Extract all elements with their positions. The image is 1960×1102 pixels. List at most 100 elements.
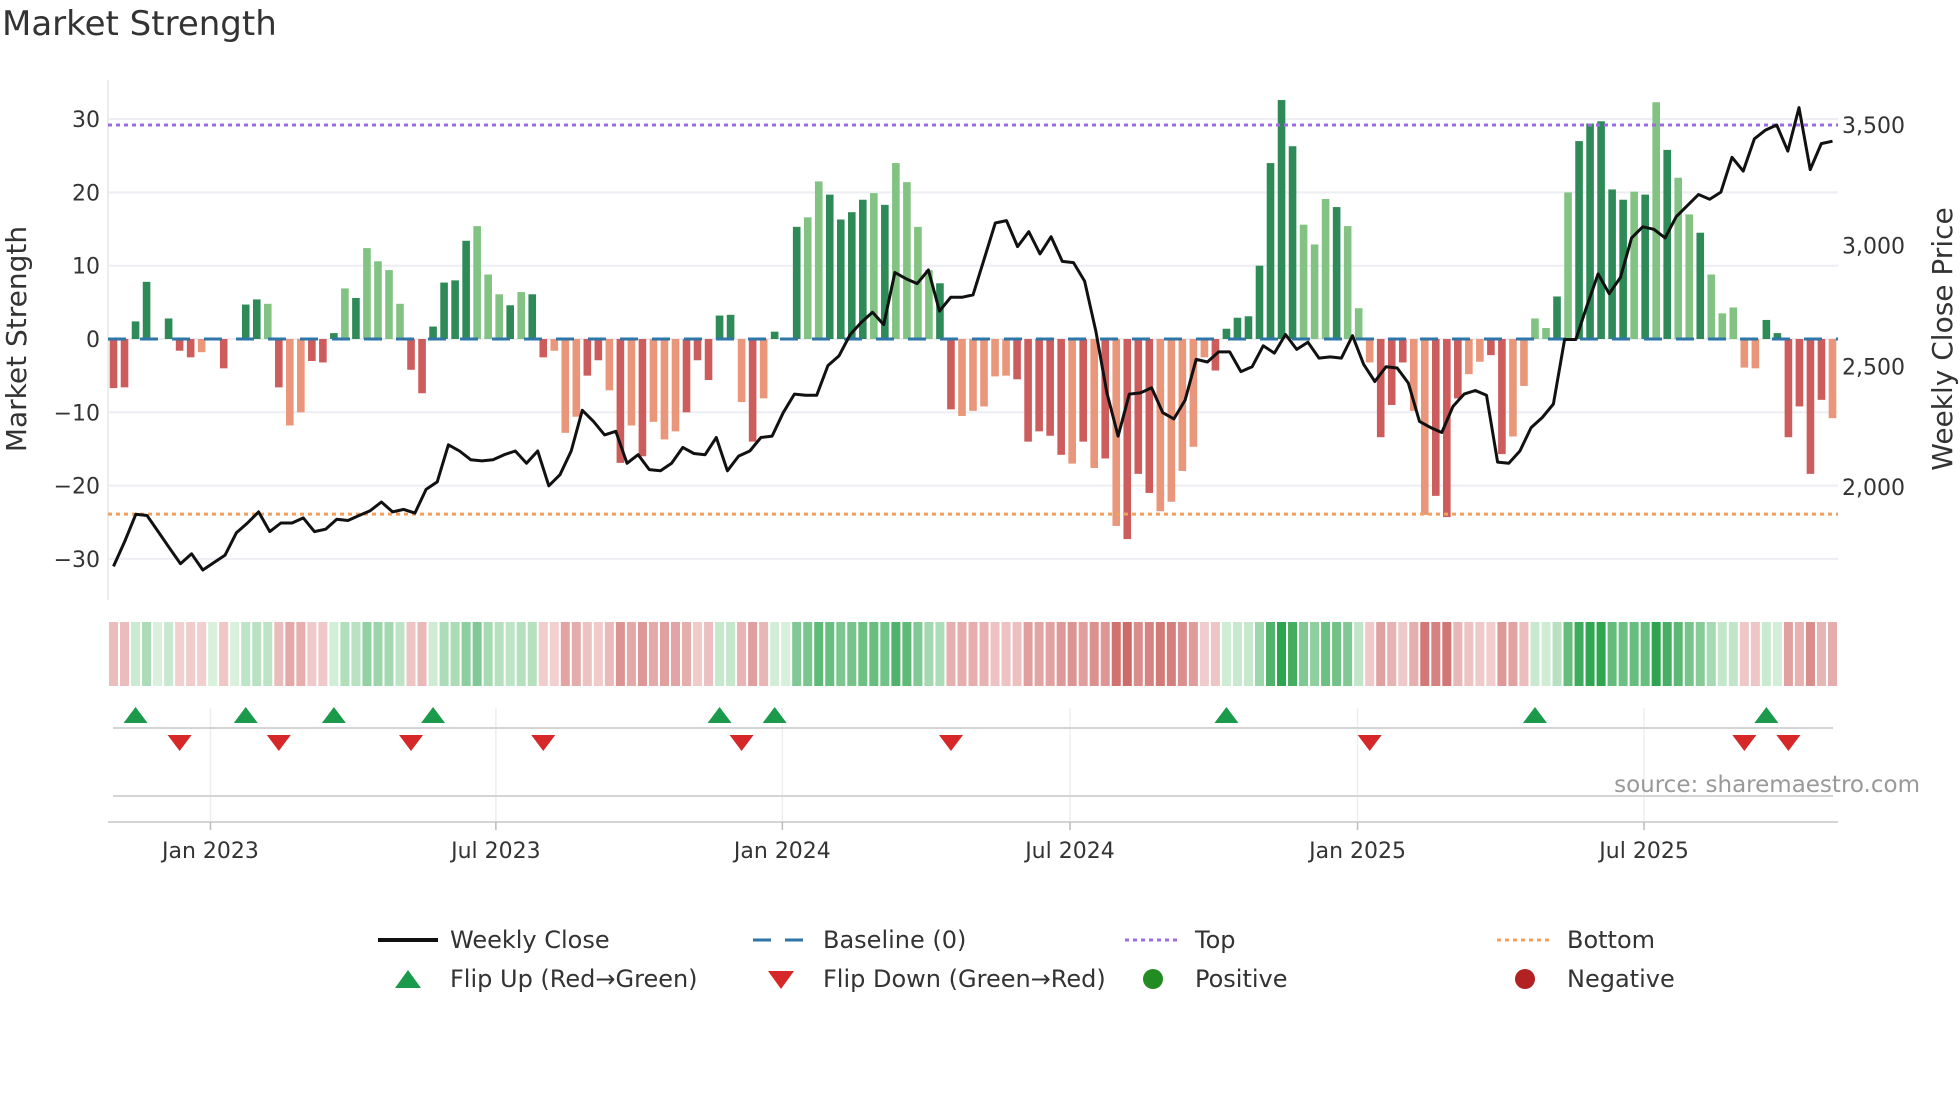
heat-cell: [241, 622, 251, 686]
heat-cell: [1750, 622, 1760, 686]
heat-cell: [483, 622, 493, 686]
flip-down-marker: [399, 735, 424, 751]
heat-cell: [362, 622, 372, 686]
heat-cell: [142, 622, 152, 686]
strength-bar: [572, 339, 581, 417]
heat-cell: [527, 622, 537, 686]
heat-cell: [946, 622, 956, 686]
strength-bar: [429, 326, 437, 339]
heat-cell: [296, 622, 306, 686]
strength-bar: [352, 297, 360, 339]
strength-bar: [814, 181, 823, 339]
y-tick-label: 30: [72, 108, 100, 133]
heat-cell: [1420, 622, 1430, 686]
heat-cell: [1453, 622, 1463, 686]
heat-cell: [902, 622, 912, 686]
x-tick-label: Jul 2025: [1597, 839, 1689, 864]
heat-cell: [571, 622, 581, 686]
strength-bar: [1707, 274, 1716, 339]
strength-bars: [109, 100, 1837, 540]
flip-down-marker: [167, 735, 192, 751]
strength-bar: [1828, 339, 1837, 419]
strength-bar: [1057, 339, 1065, 455]
strength-bar: [627, 339, 636, 426]
strength-bar: [847, 212, 856, 339]
strength-bar: [1465, 339, 1473, 375]
heat-strip: [109, 622, 1837, 686]
heat-cell: [472, 622, 482, 686]
strength-bar: [539, 339, 548, 358]
strength-bar: [407, 339, 415, 370]
strength-bar: [164, 318, 173, 339]
flip-down-marker: [1357, 735, 1382, 751]
heat-cell: [836, 622, 846, 686]
heat-cell: [549, 622, 559, 686]
strength-bar: [1068, 339, 1076, 464]
strength-bar: [341, 288, 349, 339]
strength-bar: [969, 339, 977, 411]
strength-bar: [252, 299, 261, 339]
x-tick-label: Jan 2024: [732, 839, 831, 864]
heat-cell: [1706, 622, 1716, 686]
heat-cell: [1012, 622, 1022, 686]
strength-bar: [142, 281, 151, 339]
strength-bar: [1553, 296, 1561, 339]
strength-bar: [1520, 339, 1528, 386]
strength-bar: [1641, 194, 1649, 339]
heat-cell: [263, 622, 273, 686]
strength-bar: [274, 339, 283, 388]
strength-bar: [1255, 265, 1264, 339]
heat-cell: [681, 622, 692, 686]
strength-bar: [836, 219, 845, 339]
strength-bar: [120, 339, 129, 388]
strength-bar: [263, 303, 272, 339]
heat-cell: [858, 622, 868, 686]
strength-bar: [1321, 198, 1330, 339]
y2-tick-label: 2,500: [1842, 355, 1905, 380]
heat-cell: [715, 622, 725, 686]
heat-cell: [1519, 622, 1529, 686]
strength-bar: [109, 339, 118, 389]
heat-cell: [340, 622, 350, 686]
heat-cell: [1001, 622, 1011, 686]
strength-bar: [1663, 149, 1672, 339]
strength-bar: [1387, 339, 1396, 405]
strength-bar: [1740, 339, 1749, 368]
heat-cell: [1199, 622, 1209, 686]
strength-bar: [638, 339, 647, 457]
heat-cell: [1486, 622, 1496, 686]
strength-bar: [1630, 191, 1638, 339]
y-tick-label: −10: [54, 401, 100, 426]
heat-cell: [814, 622, 824, 686]
strength-bar: [440, 282, 448, 339]
strength-bar: [396, 303, 404, 339]
heat-cell: [1398, 622, 1408, 686]
heat-cell: [615, 622, 625, 686]
strength-bar: [594, 339, 603, 361]
strength-bar: [561, 339, 570, 433]
heat-cell: [935, 622, 945, 686]
heat-cell: [186, 622, 196, 686]
heat-cell: [219, 622, 229, 686]
heat-cell: [329, 622, 339, 686]
heat-cell: [131, 622, 141, 686]
y2-tick-label: 3,000: [1842, 235, 1905, 260]
y2-axis-label: Weekly Close Price: [1926, 207, 1959, 470]
heat-cell: [968, 622, 978, 686]
heat-cell: [120, 622, 130, 686]
heat-cell: [428, 622, 438, 686]
y-tick-label: −20: [54, 475, 100, 500]
heat-cell: [1034, 622, 1044, 686]
strength-bar: [1674, 177, 1683, 339]
heat-cell: [373, 622, 383, 686]
heat-cell: [792, 622, 802, 686]
heat-cell: [670, 622, 680, 686]
heat-cell: [990, 622, 1000, 686]
strength-bar: [803, 217, 812, 339]
heat-cell: [1343, 622, 1353, 686]
heat-cell: [781, 622, 791, 686]
strength-bar: [1531, 318, 1539, 339]
heat-cell: [704, 622, 714, 686]
heat-cell: [1409, 622, 1419, 686]
heat-cell: [395, 622, 405, 686]
